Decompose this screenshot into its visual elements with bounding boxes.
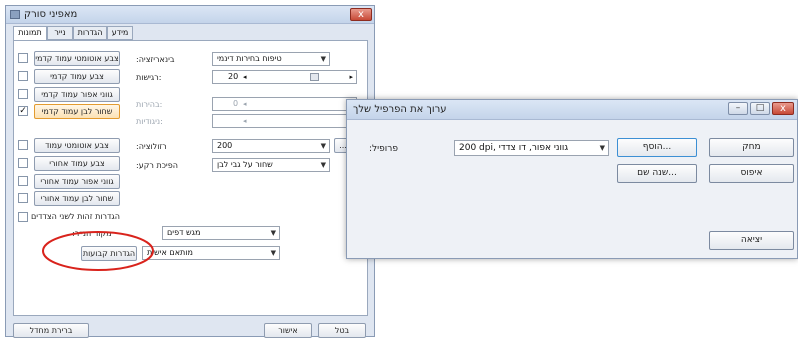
sensitivity-slider[interactable]: 20 ◂ ▸ bbox=[212, 70, 357, 84]
brightness-label: בהירות: bbox=[136, 100, 163, 109]
minimize-button[interactable]: – bbox=[728, 102, 748, 115]
title-bar: מאפיני סורק x bbox=[6, 6, 374, 24]
profile-checkbox-1[interactable] bbox=[18, 71, 28, 81]
default-button[interactable]: ברירת מחדל bbox=[13, 323, 89, 338]
contrast-slider[interactable]: ◂ bbox=[212, 114, 357, 128]
profile-button-0[interactable]: צבע אוטומטי עמוד קדמי bbox=[34, 51, 120, 66]
edit-profile-dialog: ערוך את הפרפיל שלך – □ x :פרופיל 200 dpi… bbox=[346, 99, 798, 259]
cancel-button[interactable]: בטל bbox=[318, 323, 366, 338]
profile-button-2[interactable]: גווני אפור עמוד קדמי bbox=[34, 87, 120, 102]
profile-checkbox-3[interactable]: ✓ bbox=[18, 106, 28, 116]
add-button[interactable]: הוסף... bbox=[617, 138, 697, 157]
dialog-title-bar: ערוך את הפרפיל שלך – □ x bbox=[347, 100, 797, 120]
resolution-label: :רזולוציה bbox=[136, 142, 167, 151]
profile-checkbox-4[interactable] bbox=[18, 140, 28, 150]
arrow-left-icon: ◂ bbox=[243, 100, 247, 108]
brightness-slider[interactable]: 0 ◂ bbox=[212, 97, 357, 111]
binarization-value: טיפוח בחירות דינמי bbox=[217, 54, 282, 63]
paper-source-value: מגש דפים bbox=[167, 228, 201, 237]
invert-value: שחור על גבי לבן bbox=[217, 160, 273, 169]
profile-checkbox-2[interactable] bbox=[18, 89, 28, 99]
tab-images[interactable]: תמונות bbox=[13, 26, 47, 41]
profile-button-7[interactable]: שחור לבן עמוד אחורי bbox=[34, 191, 120, 206]
arrow-left-icon: ◂ bbox=[243, 117, 247, 125]
resolution-value: 200 bbox=[217, 141, 233, 150]
same-settings-checkbox[interactable] bbox=[18, 212, 28, 222]
tab-info[interactable]: מידע bbox=[107, 26, 133, 40]
scanner-properties-window: מאפיני סורק x תמונות נייר הגדרות מידע צב… bbox=[5, 5, 375, 338]
same-settings-label: הגדרות זהות לשני הצדדים bbox=[31, 212, 120, 221]
chevron-down-icon: ▼ bbox=[320, 55, 326, 63]
profile-checkbox-0[interactable] bbox=[18, 53, 28, 63]
profile-checkbox-5[interactable] bbox=[18, 158, 28, 168]
window-title: מאפיני סורק bbox=[24, 9, 78, 20]
profile-checkbox-7[interactable] bbox=[18, 193, 28, 203]
profile-button-3[interactable]: שחור לבן עמוד קדמי bbox=[34, 104, 120, 119]
tab-paper[interactable]: נייר bbox=[47, 26, 73, 40]
profile-label: :פרופיל bbox=[369, 144, 398, 154]
custom-dropdown[interactable]: מותאם אישית ▼ bbox=[142, 246, 280, 260]
chevron-down-icon: ▼ bbox=[270, 249, 276, 257]
binarization-dropdown[interactable]: טיפוח בחירות דינמי ▼ bbox=[212, 52, 330, 66]
brightness-value: 0 bbox=[233, 99, 239, 108]
contrast-label: ניגודיות: bbox=[136, 117, 163, 126]
tab-settings[interactable]: הגדרות bbox=[73, 26, 107, 40]
chevron-down-icon: ▼ bbox=[320, 161, 326, 169]
profile-button-5[interactable]: צבע עמוד אחורי bbox=[34, 156, 120, 171]
paper-source-dropdown[interactable]: מגש דפים ▼ bbox=[162, 226, 280, 240]
rename-button[interactable]: שנה שם... bbox=[617, 164, 697, 183]
profile-dropdown[interactable]: 200 dpi, גווני אפור, דו צדדי ▼ bbox=[454, 140, 609, 156]
maximize-button[interactable]: □ bbox=[750, 102, 770, 115]
profile-button-6[interactable]: גווני אפור עמוד אחורי bbox=[34, 174, 120, 189]
close-button[interactable]: x bbox=[350, 8, 372, 21]
arrow-right-icon: ▸ bbox=[349, 73, 353, 81]
profile-button-4[interactable]: צבע אוטומטי עמוד אחורי bbox=[34, 138, 120, 163]
profile-value: 200 dpi, גווני אפור, דו צדדי bbox=[459, 143, 569, 153]
binarization-label: :בינאריזציה bbox=[136, 55, 175, 64]
profile-button-1[interactable]: צבע עמוד קדמי bbox=[34, 69, 120, 84]
chevron-down-icon: ▼ bbox=[270, 229, 276, 237]
resolution-dropdown[interactable]: 200 ▼ bbox=[212, 139, 330, 153]
dialog-title: ערוך את הפרפיל שלך bbox=[353, 104, 447, 115]
chevron-down-icon: ▼ bbox=[599, 144, 605, 152]
highlight-ellipse bbox=[42, 231, 154, 271]
slider-thumb[interactable] bbox=[310, 73, 319, 81]
profile-checkbox-6[interactable] bbox=[18, 176, 28, 186]
invert-dropdown[interactable]: שחור על גבי לבן ▼ bbox=[212, 158, 330, 172]
arrow-left-icon: ◂ bbox=[243, 73, 247, 81]
dialog-close-button[interactable]: x bbox=[772, 102, 794, 115]
chevron-down-icon: ▼ bbox=[320, 142, 326, 150]
invert-label: :הפיכת רקע bbox=[136, 161, 178, 170]
reset-button[interactable]: איפוס bbox=[709, 164, 794, 183]
app-icon bbox=[10, 10, 20, 19]
sensitivity-label: רגישות: bbox=[136, 73, 162, 82]
ok-button[interactable]: אישור bbox=[264, 323, 312, 338]
delete-button[interactable]: מחק bbox=[709, 138, 794, 157]
exit-button[interactable]: יציאה bbox=[709, 231, 794, 250]
sensitivity-value: 20 bbox=[228, 72, 239, 81]
